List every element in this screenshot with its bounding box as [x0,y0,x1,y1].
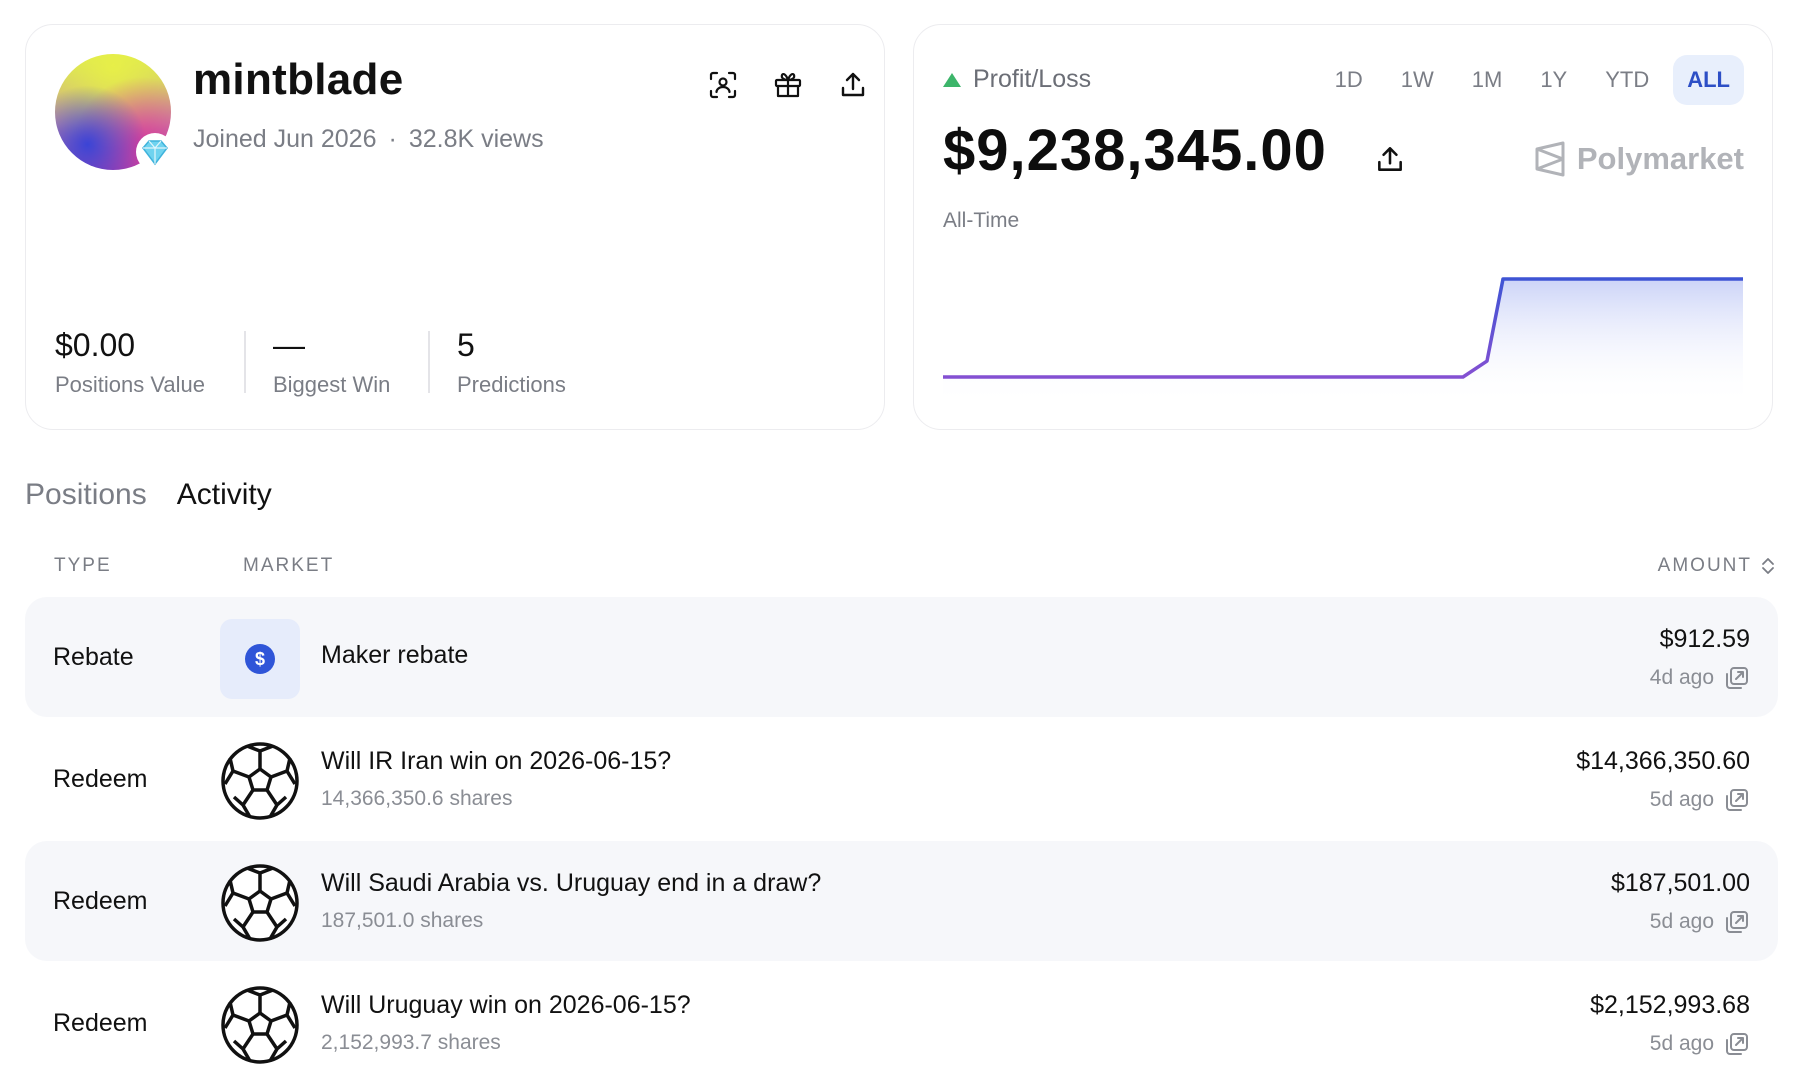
row-time: 5d ago [1650,1031,1750,1057]
stat-label: Positions Value [55,372,206,397]
username: mintblade [193,55,404,104]
range-1w[interactable]: 1W [1387,55,1448,105]
row-amount: $2,152,993.68 [1590,991,1750,1019]
external-link-icon[interactable] [1724,1031,1750,1057]
external-link-icon[interactable] [1724,787,1750,813]
scan-profile-button[interactable] [703,65,743,105]
view-count: 32.8K views [408,125,544,153]
stat-biggest-win: — Biggest Win [273,327,390,398]
market-title[interactable]: Maker rebate [321,641,468,670]
range-all[interactable]: ALL [1673,55,1744,105]
share-profile-button[interactable] [833,65,873,105]
market-icon [220,985,300,1065]
time-ago: 5d ago [1649,1032,1714,1055]
market-title[interactable]: Will IR Iran win on 2026-06-15? [321,747,671,776]
external-link-icon[interactable] [1724,909,1750,935]
range-1m[interactable]: 1M [1458,55,1517,105]
row-type: Rebate [53,642,134,671]
row-type: Redeem [53,764,148,793]
stat-divider [428,331,430,393]
pnl-chart [943,277,1743,405]
gift-icon [774,72,802,98]
share-count: 187,501.0 shares [321,909,484,932]
column-header-type: TYPE [54,555,112,576]
market-icon: $ [220,619,300,699]
stat-divider [244,331,246,393]
share-count: 2,152,993.7 shares [321,1031,501,1054]
stat-label: Predictions [457,372,566,397]
chart-area [943,279,1743,405]
soccer-ball-icon [221,986,299,1064]
table-row[interactable]: Rebate $ Maker rebate $912.59 4d ago [25,597,1778,717]
diamond-badge-icon [136,133,174,171]
brand-name: Polymarket [1576,141,1744,176]
pnl-label: Profit/Loss [973,65,1092,93]
time-ago: 5d ago [1649,910,1714,933]
svg-text:$: $ [255,649,265,669]
polymarket-brand: Polymarket [1533,141,1744,177]
table-row[interactable]: Redeem Will IR Iran win on 2026-06-15? 1… [25,719,1778,839]
time-ago: 4d ago [1649,666,1714,689]
range-1d[interactable]: 1D [1321,55,1377,105]
tab-activity[interactable]: Activity [177,478,272,512]
table-row[interactable]: Redeem Will Saudi Arabia vs. Uruguay end… [25,841,1778,961]
time-range-selector: 1D 1W 1M 1Y YTD ALL [1321,55,1744,105]
stat-predictions: 5 Predictions [457,327,566,398]
external-link-icon[interactable] [1724,665,1750,691]
range-1y[interactable]: 1Y [1526,55,1581,105]
range-ytd[interactable]: YTD [1591,55,1663,105]
stat-value: $0.00 [55,327,136,363]
joined-date: Joined Jun 2026 [193,125,377,153]
market-title[interactable]: Will Uruguay win on 2026-06-15? [321,991,691,1020]
share-pnl-icon[interactable] [1374,143,1406,175]
soccer-ball-icon [221,864,299,942]
row-time: 5d ago [1650,787,1750,813]
polymarket-logo-icon [1535,141,1565,177]
stat-label: Biggest Win [273,372,391,397]
sort-icon [1762,558,1774,574]
row-type: Redeem [53,1008,148,1037]
stat-positions-value: $0.00 Positions Value [55,327,205,398]
amount-header-label: AMOUNT [1657,555,1752,576]
row-time: 4d ago [1650,665,1750,691]
dollar-icon: $ [245,644,275,674]
pnl-period: All-Time [943,209,1020,232]
scan-profile-icon [709,71,737,99]
profit-loss-card: Profit/Loss 1D 1W 1M 1Y YTD ALL $9,238,3… [913,24,1773,430]
market-icon [220,741,300,821]
column-header-market: MARKET [243,555,335,576]
time-ago: 5d ago [1649,788,1714,811]
row-amount: $14,366,350.60 [1576,747,1750,775]
row-time: 5d ago [1650,909,1750,935]
market-icon [220,863,300,943]
share-icon [841,72,865,97]
meta-separator: · [388,125,397,153]
gift-button[interactable] [768,65,808,105]
row-type: Redeem [53,886,148,915]
stat-value: — [273,327,305,363]
soccer-ball-icon [221,742,299,820]
profile-meta: Joined Jun 2026 · 32.8K views [193,125,544,154]
row-amount: $187,501.00 [1610,869,1750,897]
trend-up-icon [943,72,961,87]
pnl-header: Profit/Loss [943,65,1091,94]
row-amount: $912.59 [1659,625,1750,653]
pnl-value: $9,238,345.00 [943,118,1327,183]
stat-value: 5 [457,327,475,363]
column-header-amount[interactable]: AMOUNT [1658,555,1776,577]
table-row[interactable]: Redeem Will Uruguay win on 2026-06-15? 2… [25,963,1778,1072]
market-title[interactable]: Will Saudi Arabia vs. Uruguay end in a d… [321,869,821,898]
share-count: 14,366,350.6 shares [321,787,513,810]
tab-positions[interactable]: Positions [25,478,147,512]
content-tabs: Positions Activity [25,478,272,512]
profile-card: mintblade Joined Jun 2026 · 32.8K views $0… [25,24,885,430]
